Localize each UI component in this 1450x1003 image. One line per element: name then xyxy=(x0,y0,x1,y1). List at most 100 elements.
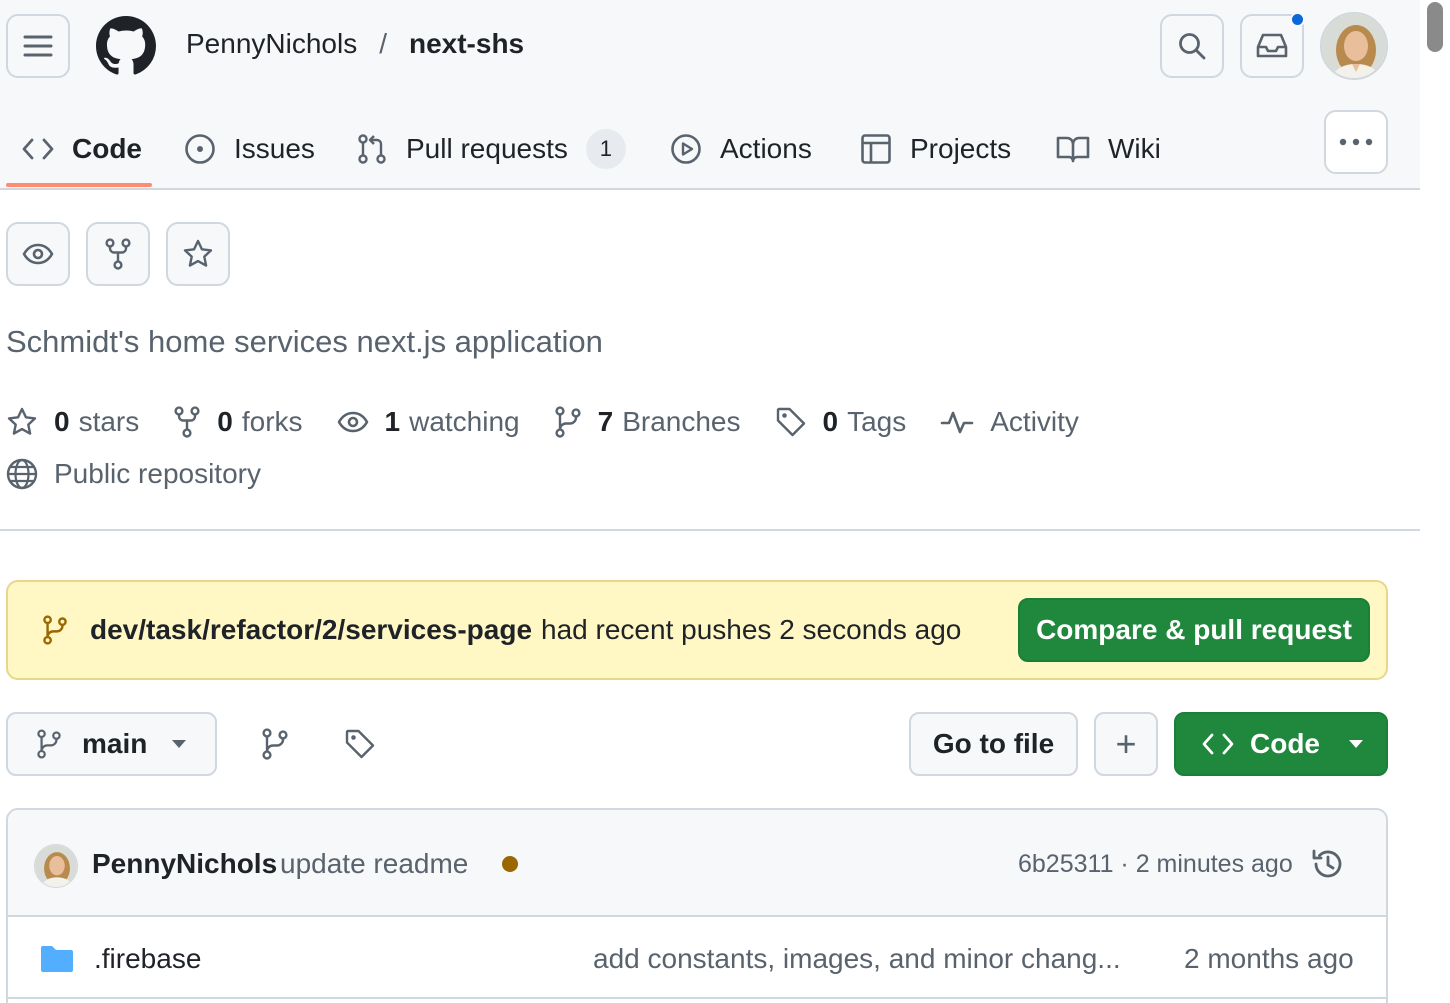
caret-down-icon xyxy=(1349,740,1363,748)
file-commit-message-link[interactable]: add constants, images, and minor chang..… xyxy=(593,943,1121,975)
tab-projects-label: Projects xyxy=(910,133,1012,164)
git-branch-icon xyxy=(555,406,581,438)
repo-header: PennyNichols / next-shs Code Issues Pull… xyxy=(0,0,1420,190)
pushes-text: had recent pushes 2 seconds ago xyxy=(541,614,962,645)
pull-requests-counter: 1 xyxy=(585,129,626,169)
stars-label: stars xyxy=(78,406,140,437)
recent-pushes-banner: dev/task/refactor/2/services-page had re… xyxy=(6,580,1388,680)
branches-link[interactable]: 7 Branches xyxy=(554,406,741,438)
breadcrumb: PennyNichols / next-shs xyxy=(186,28,524,60)
go-to-file-button[interactable]: Go to file xyxy=(909,712,1078,776)
breadcrumb-separator: / xyxy=(379,28,387,59)
tab-code[interactable]: Code xyxy=(22,110,142,188)
caret-down-icon xyxy=(172,740,187,748)
kebab-horizontal-icon xyxy=(1339,138,1373,146)
scrollbar-thumb[interactable] xyxy=(1427,2,1443,52)
visibility-label: Public repository xyxy=(6,458,261,490)
user-avatar[interactable] xyxy=(1320,12,1388,80)
tab-code-label: Code xyxy=(72,133,142,164)
tag-icon xyxy=(776,407,805,437)
repo-nav-tabs: Code Issues Pull requests 1 Actions Proj… xyxy=(0,110,1310,190)
pulse-icon xyxy=(940,411,974,434)
tab-actions[interactable]: Actions xyxy=(670,110,812,188)
folder-icon xyxy=(41,946,73,972)
commit-hash-time[interactable]: 6b25311 · 2 minutes ago xyxy=(1018,850,1293,879)
table-icon xyxy=(861,134,891,164)
star-icon xyxy=(7,407,37,435)
forks-label: forks xyxy=(241,406,303,437)
git-pull-request-icon xyxy=(358,134,386,164)
commit-status-indicator[interactable] xyxy=(502,856,518,872)
activity-label: Activity xyxy=(990,406,1079,437)
issue-opened-icon xyxy=(185,134,215,164)
tab-wiki[interactable]: Wiki xyxy=(1056,110,1161,188)
latest-commit-row: PennyNichols update readme 6b25311 · 2 m… xyxy=(8,810,1386,917)
tab-projects[interactable]: Projects xyxy=(860,110,1011,188)
search-icon xyxy=(1179,33,1206,60)
forks-link[interactable]: 0 forks xyxy=(173,406,303,438)
repo-name-link[interactable]: next-shs xyxy=(409,28,524,60)
add-file-button[interactable]: + xyxy=(1094,712,1158,776)
git-branch-icon xyxy=(37,729,61,759)
visibility-text: Public repository xyxy=(54,458,261,489)
add-file-label: + xyxy=(1115,723,1137,764)
branches-label: Branches xyxy=(622,406,741,437)
watching-count: 1 xyxy=(384,406,401,437)
history-icon[interactable] xyxy=(1310,846,1346,882)
list-item[interactable]: .firebase add constants, images, and min… xyxy=(8,917,1386,999)
tags-count: 0 xyxy=(822,406,839,437)
commit-author-link[interactable]: PennyNichols xyxy=(92,848,277,880)
star-icon xyxy=(183,239,213,267)
tab-pull-requests-label: Pull requests xyxy=(406,133,568,164)
git-branch-icon xyxy=(43,615,67,645)
watching-label: watching xyxy=(409,406,520,437)
repo-stats: 0 stars 0 forks 1 watching 7 Branches 0 … xyxy=(6,400,1113,444)
github-mark-icon xyxy=(96,16,156,75)
github-logo[interactable] xyxy=(96,16,156,81)
globe-icon xyxy=(6,458,38,490)
commit-message-link[interactable]: update readme xyxy=(280,848,468,880)
branches-count: 7 xyxy=(597,406,614,437)
inbox-icon xyxy=(1256,33,1288,58)
file-name-link[interactable]: .firebase xyxy=(94,943,201,975)
current-branch-label: main xyxy=(82,728,148,759)
file-browser: PennyNichols update readme 6b25311 · 2 m… xyxy=(6,808,1388,1003)
code-dropdown-button[interactable]: Code xyxy=(1174,712,1388,776)
watch-button[interactable] xyxy=(6,222,70,286)
notification-indicator xyxy=(1290,12,1305,27)
tags-label: Tags xyxy=(847,406,907,437)
repo-forked-icon xyxy=(174,406,200,438)
activity-link[interactable]: Activity xyxy=(940,406,1079,438)
search-button[interactable] xyxy=(1160,14,1224,78)
commit-author-avatar[interactable] xyxy=(34,844,78,888)
fork-button[interactable] xyxy=(86,222,150,286)
avatar-image-icon xyxy=(1322,14,1386,78)
owner-link[interactable]: PennyNichols xyxy=(186,28,357,60)
go-to-file-label: Go to file xyxy=(932,728,1055,759)
code-button-label: Code xyxy=(1250,728,1320,759)
code-icon xyxy=(1202,733,1234,755)
pushed-branch-name[interactable]: dev/task/refactor/2/services-page xyxy=(90,614,532,646)
eye-icon xyxy=(22,243,54,265)
watching-link[interactable]: 1 watching xyxy=(337,406,520,438)
star-button[interactable] xyxy=(166,222,230,286)
compare-pull-request-button[interactable]: Compare & pull request xyxy=(1018,598,1370,662)
book-icon xyxy=(1056,136,1090,163)
tab-pull-requests[interactable]: Pull requests 1 xyxy=(356,110,626,188)
file-updated-time: 2 months ago xyxy=(1184,943,1354,974)
tab-wiki-label: Wiki xyxy=(1108,133,1161,164)
tab-issues[interactable]: Issues xyxy=(184,110,315,188)
eye-icon xyxy=(337,411,368,433)
tags-link[interactable]: 0 Tags xyxy=(775,406,907,438)
branch-selector[interactable]: main xyxy=(6,712,217,776)
menu-button[interactable] xyxy=(6,14,70,78)
stars-link[interactable]: 0 stars xyxy=(6,406,139,438)
forks-count: 0 xyxy=(217,406,233,437)
more-tabs-button[interactable] xyxy=(1324,110,1388,174)
hamburger-icon xyxy=(23,35,53,57)
tags-icon[interactable] xyxy=(344,728,376,760)
repo-description: Schmidt's home services next.js applicat… xyxy=(6,324,603,359)
repo-forked-icon xyxy=(105,238,131,270)
branches-icon[interactable] xyxy=(261,728,289,760)
section-divider xyxy=(0,529,1420,531)
